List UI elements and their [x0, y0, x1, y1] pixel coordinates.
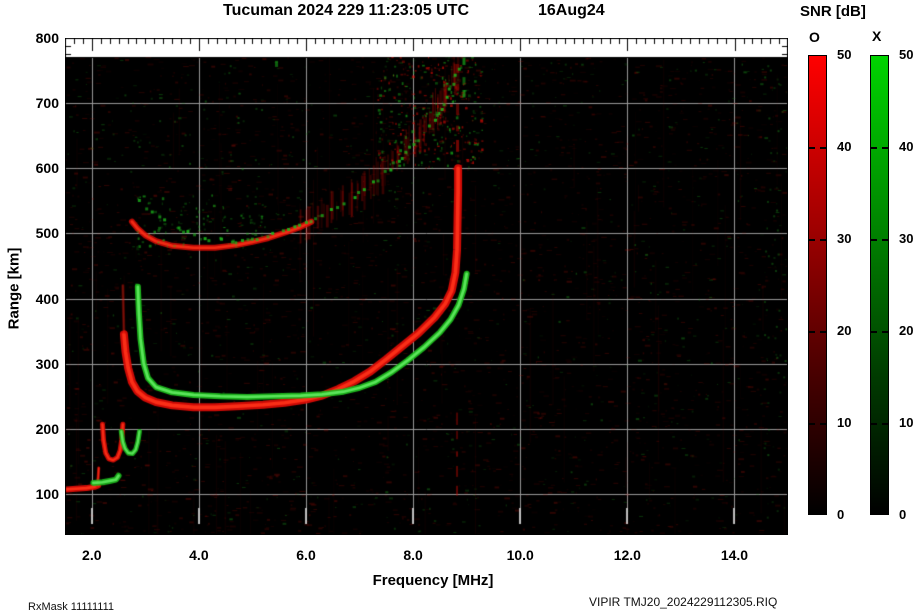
colorbar-tick-label: 20: [837, 323, 852, 338]
y-axis-tick-label: 600: [35, 160, 59, 177]
colorbar-tick-label: 30: [899, 231, 914, 246]
rx-mask-text: RxMask 11111111: [28, 601, 115, 613]
file-id-text: VIPIR TMJ20_2024229112305.RIQ: [589, 595, 778, 609]
ionogram-plot: [65, 38, 788, 535]
snr-colorbar-title: SNR [dB]: [800, 3, 866, 20]
y-axis-tick-label: 700: [35, 95, 59, 112]
colorbar-o: [808, 55, 827, 515]
colorbar-x: [870, 55, 889, 515]
x-axis-tick-label: 14.0: [720, 547, 749, 563]
x-axis-label: Frequency [MHz]: [372, 572, 494, 589]
ionogram-app: Tucuman 2024 229 11:23:05 UTC 16Aug24 SN…: [0, 0, 922, 614]
colorbar-tick-label: 40: [899, 139, 914, 154]
colorbar-tick-label: 50: [837, 47, 852, 62]
y-axis-tick-label: 300: [35, 355, 59, 372]
colorbar-tick-dash: [871, 423, 888, 425]
colorbar-tick-label: 0: [899, 507, 907, 522]
x-axis-tick-label: 12.0: [613, 547, 641, 563]
colorbar-tick-label: 40: [837, 139, 852, 154]
colorbar-tick-label: 50: [899, 47, 914, 62]
y-axis-tick-label: 800: [35, 30, 59, 46]
colorbar-tick-label: 30: [837, 231, 852, 246]
x-axis-tick-label: 8.0: [403, 547, 423, 563]
colorbar-tick-label: 10: [899, 415, 914, 430]
y-axis-tick-label: 200: [35, 420, 59, 437]
y-axis-label: Range [km]: [5, 247, 23, 330]
date-label: 16Aug24: [538, 2, 605, 19]
page-title: Tucuman 2024 229 11:23:05 UTC: [223, 2, 470, 19]
x-axis-tick-label: 10.0: [506, 547, 534, 563]
y-axis-tick-label: 500: [35, 225, 59, 242]
colorbar-tick-dash: [809, 239, 826, 241]
colorbar-tick-dash: [871, 239, 888, 241]
colorbar-tick-label: 10: [837, 415, 852, 430]
colorbar-tick-dash: [809, 331, 826, 333]
colorbar-tick-label: 0: [837, 507, 845, 522]
colorbar-tick-dash: [871, 331, 888, 333]
colorbar-x-mode-label: X: [872, 28, 882, 44]
colorbar-tick-label: 20: [899, 323, 914, 338]
colorbar-tick-dash: [809, 147, 826, 149]
y-axis-tick-label: 400: [35, 290, 59, 307]
x-axis-tick-label: 6.0: [296, 547, 316, 563]
x-axis-tick-label: 2.0: [82, 547, 102, 563]
x-axis-tick-label: 4.0: [189, 547, 209, 563]
colorbar-o-mode-label: O: [809, 29, 820, 45]
colorbar-tick-dash: [809, 423, 826, 425]
colorbar-tick-dash: [871, 147, 888, 149]
y-axis-tick-label: 100: [35, 485, 59, 502]
